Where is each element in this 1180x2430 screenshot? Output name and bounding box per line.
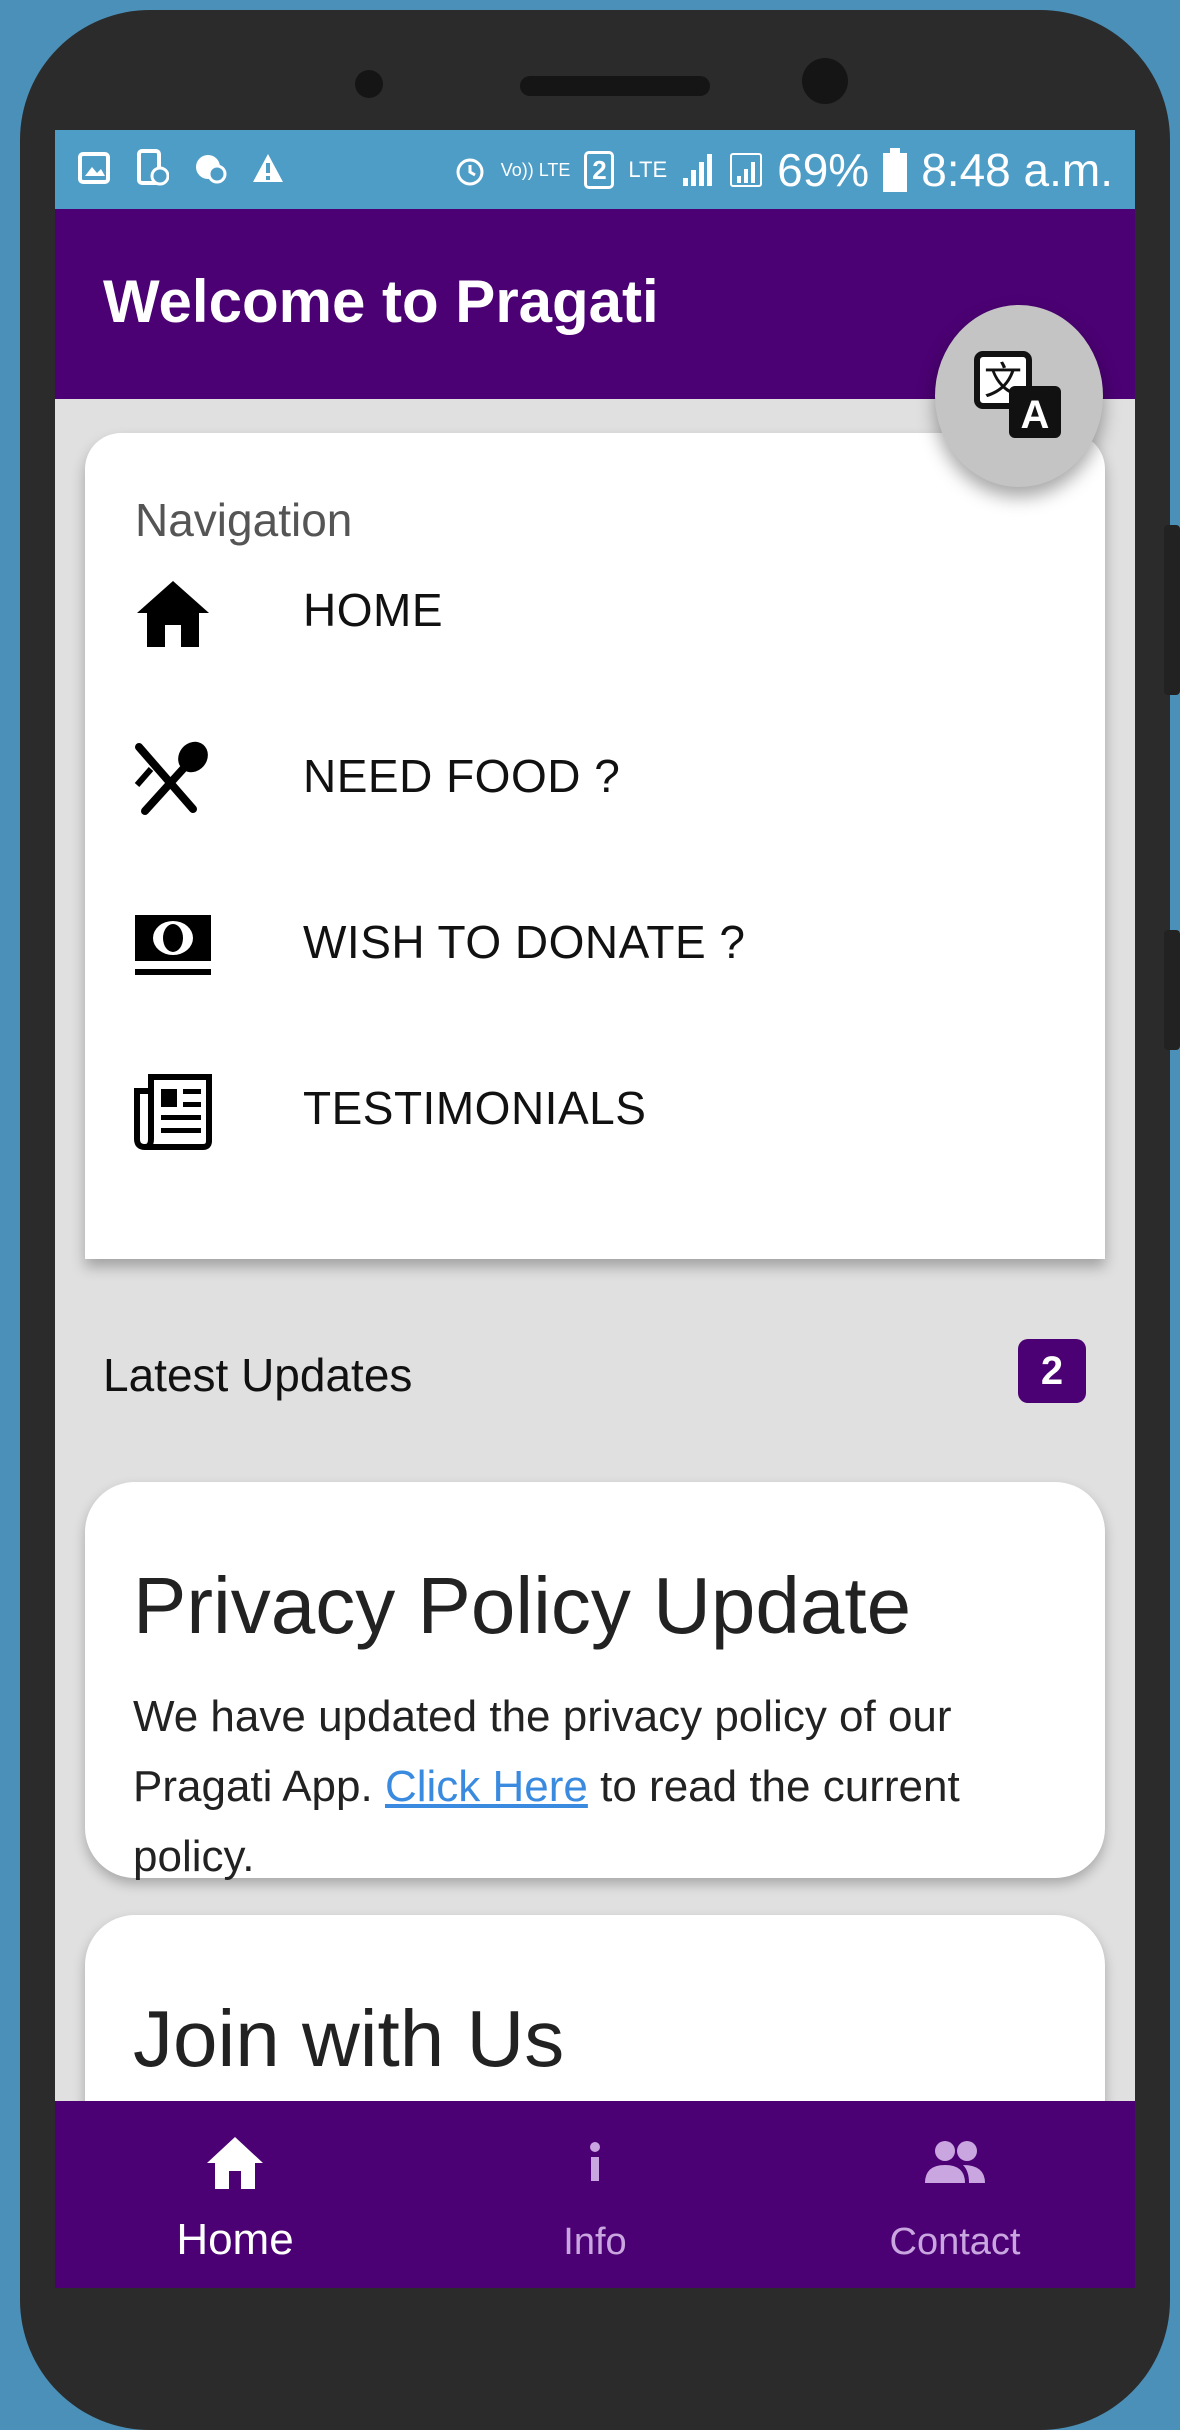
utensils-icon [134,741,208,815]
tab-info-label: Info [563,2221,627,2263]
nav-item-label: NEED FOOD ? [303,750,621,802]
nav-item-need-food[interactable]: NEED FOOD ? [85,705,1105,835]
navigation-card: Navigation HOME NEED FOOD ? WISH TO DONA… [85,433,1105,1259]
tab-home[interactable]: Home [55,2101,415,2288]
network-type-indicator: LTE [628,157,668,182]
battery-icon [883,148,908,192]
nav-item-label: WISH TO DONATE ? [303,916,746,968]
tab-home-label: Home [176,2215,294,2264]
updates-count-badge: 2 [1018,1339,1086,1403]
newspaper-icon [134,1074,212,1150]
home-icon [137,581,209,647]
tab-contact-label: Contact [889,2221,1021,2263]
clock: 8:48 a.m. [921,144,1113,196]
info-icon [590,2142,600,2181]
translate-button[interactable]: 文 A [935,305,1103,487]
phone-schedule-icon [137,149,169,186]
svg-text:A: A [1021,393,1050,437]
nav-item-home[interactable]: HOME [85,539,1105,669]
earpiece-speaker [520,76,710,96]
update-card-privacy-policy: Privacy Policy Update We have updated th… [85,1482,1105,1881]
people-icon [925,2141,985,2183]
front-camera [802,58,848,104]
signal-roaming-icon [730,153,763,187]
alarm-icon [456,158,484,186]
battery-percentage: 69% [777,144,870,196]
update-card-title: Join with Us [133,1994,565,2083]
nav-item-testimonials[interactable]: TESTIMONIALS [85,1037,1105,1167]
sim-slot-indicator: 2 [584,151,615,189]
phone-side-button [1164,525,1180,695]
latest-updates-heading: Latest Updates [103,1349,413,1401]
money-icon [135,915,211,975]
privacy-policy-link[interactable]: Click Here [385,1762,588,1811]
app-title: Welcome to Pragati [103,268,659,335]
sensor-dot [355,70,383,98]
status-bar: Vo)) LTE 2 LTE 69% 8:48 a.m. [55,130,1135,209]
tab-info[interactable]: Info [415,2101,775,2288]
nav-item-label: TESTIMONIALS [303,1082,647,1134]
chat-bubble-icon [196,155,227,184]
update-card-title: Privacy Policy Update [133,1561,912,1650]
volte-indicator: Vo)) LTE [500,160,571,180]
bottom-navigation: Home Info Contact [55,2101,1135,2288]
translate-icon: 文 A [974,351,1061,438]
tab-contact[interactable]: Contact [775,2101,1135,2288]
app-screen: Vo)) LTE 2 LTE 69% 8:48 a.m. Welcome to … [55,130,1135,2288]
signal-icon [683,154,713,186]
update-card-body: We have updated the privacy policy of ou… [133,1682,1063,1892]
warning-icon [253,154,283,182]
nav-item-wish-to-donate[interactable]: WISH TO DONATE ? [85,871,1105,1001]
gallery-notification-icon [78,152,110,184]
home-icon [207,2137,263,2189]
phone-side-button [1164,930,1180,1050]
nav-item-label: HOME [303,584,443,636]
